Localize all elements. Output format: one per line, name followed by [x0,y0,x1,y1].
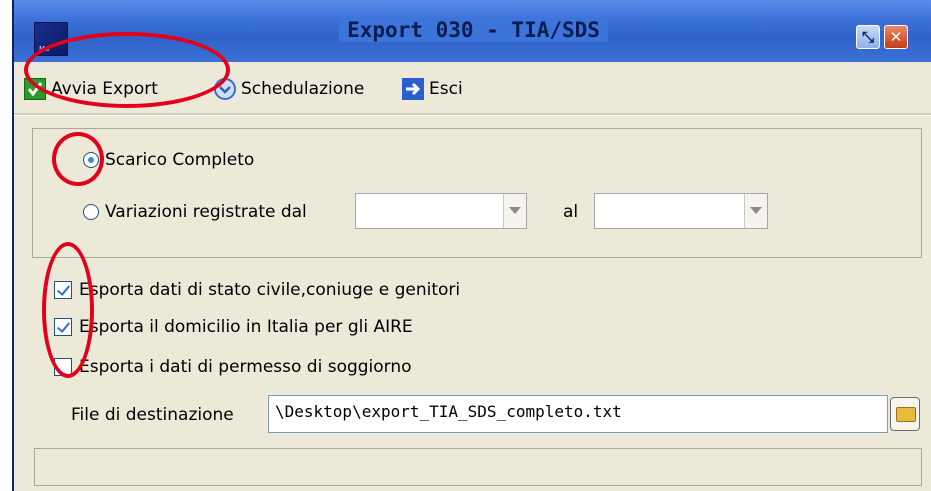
radio-button-selected[interactable] [83,152,99,168]
option-stato-civile[interactable]: Esporta dati di stato civile,coniuge e g… [54,280,460,300]
close-button[interactable]: ✕ [884,25,908,49]
destination-file-input[interactable]: \Desktop\export_TIA_SDS_completo.txt [268,395,888,433]
checkbox[interactable] [54,358,72,376]
folder-icon [896,407,916,422]
al-label: al [563,202,579,222]
option-permesso-soggiorno[interactable]: Esporta i dati di permesso di soggiorno [54,357,412,377]
destination-label: File di destinazione [71,405,234,425]
esci-button[interactable]: Esci [402,76,463,102]
window-title-text: Export 030 - TIA/SDS [339,18,608,42]
app-icon-caption: Ma [39,45,50,53]
option-label: Esporta il domicilio in Italia per gli A… [79,317,413,337]
radio-scarico-completo-label: Scarico Completo [105,150,255,170]
radio-scarico-completo[interactable]: Scarico Completo [83,150,254,170]
toolbar-separator [14,113,931,116]
esci-label: Esci [429,79,463,99]
schedulazione-button[interactable]: Schedulazione [214,76,364,102]
restore-button[interactable]: ⤡ [856,25,880,49]
exit-arrow-icon [402,78,424,100]
browse-folder-button[interactable] [890,397,920,431]
option-domicilio-aire[interactable]: Esporta il domicilio in Italia per gli A… [54,317,413,337]
radio-variazioni-label: Variazioni registrate dal [105,202,307,222]
chevron-down-icon[interactable] [503,194,526,228]
check-icon [24,78,46,100]
avvia-export-label: Avvia Export [51,79,158,99]
destination-file-value: \Desktop\export_TIA_SDS_completo.txt [275,402,622,421]
avvia-export-button[interactable]: Avvia Export [24,76,158,102]
date-to-combo[interactable] [594,193,768,229]
checkbox-checked[interactable] [54,281,72,299]
radio-button[interactable] [83,204,99,220]
chevron-down-icon[interactable] [744,194,767,228]
option-label: Esporta dati di stato civile,coniuge e g… [79,280,461,300]
window-title: Export 030 - TIA/SDS [14,18,931,42]
date-from-combo[interactable] [355,193,527,229]
option-label: Esporta i dati di permesso di soggiorno [79,357,412,377]
toolbar: Avvia Export Schedulazione Esci [14,62,931,114]
title-bar: Ma Export 030 - TIA/SDS ⤡ ✕ [14,0,931,62]
checkbox-checked[interactable] [54,318,72,336]
radio-variazioni[interactable]: Variazioni registrate dal [83,202,307,222]
export-mode-group: Scarico Completo Variazioni registrate d… [32,128,922,258]
export-window: Ma Export 030 - TIA/SDS ⤡ ✕ Avvia Export… [12,0,931,491]
status-bar [34,448,922,486]
chevron-down-circle-icon [214,78,236,100]
schedulazione-label: Schedulazione [241,79,365,99]
